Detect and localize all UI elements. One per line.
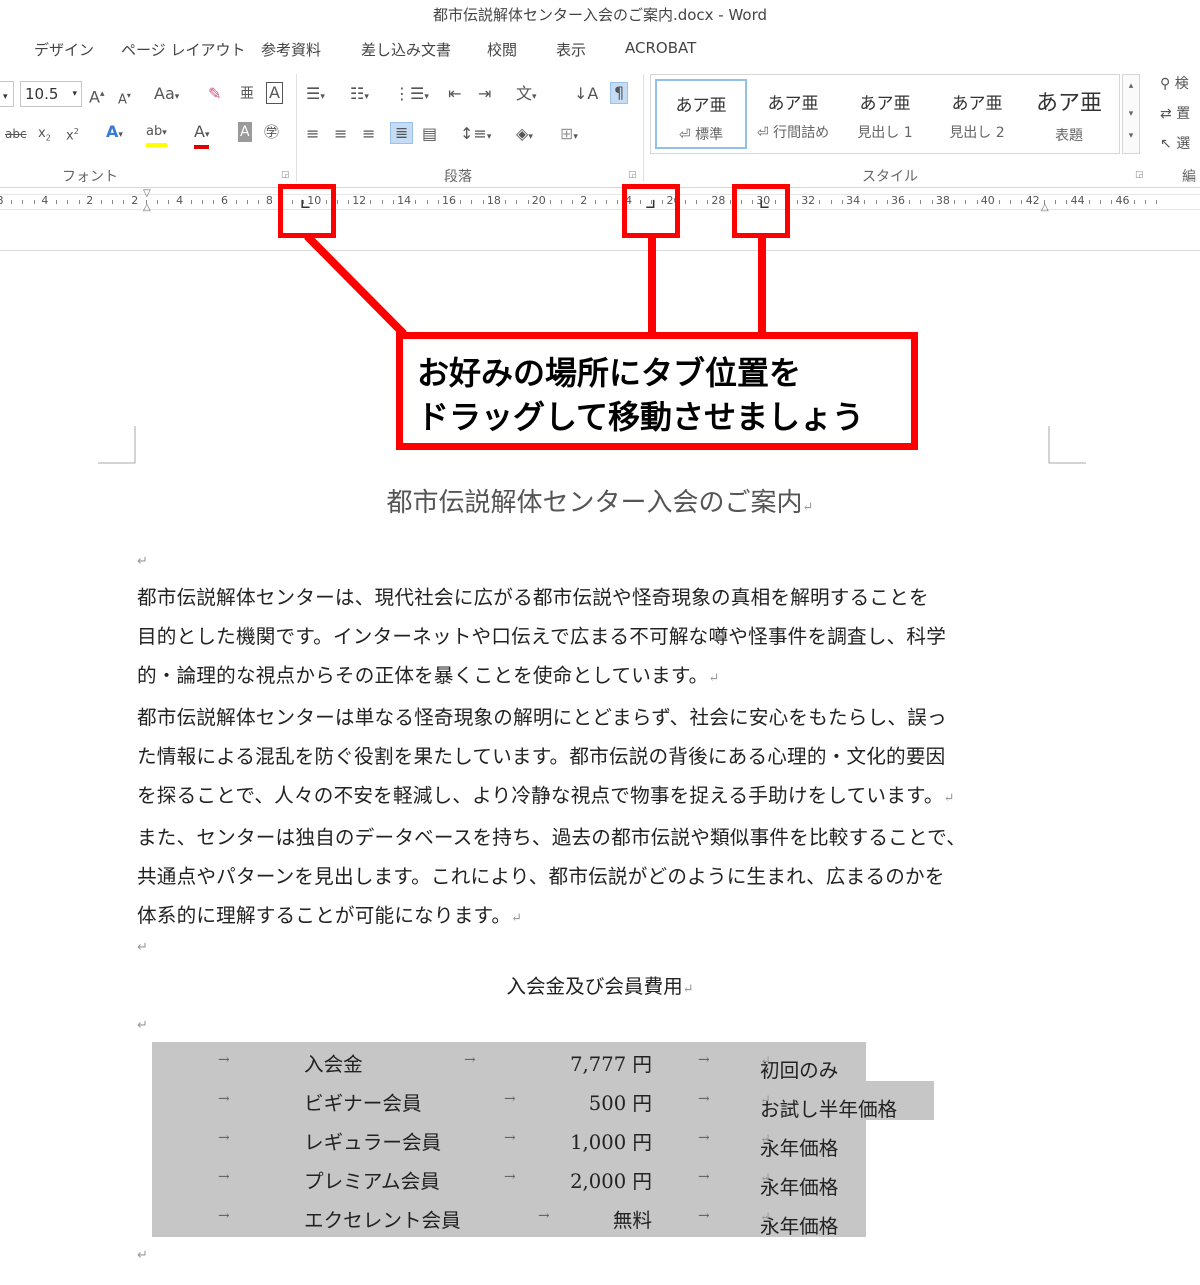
body-line: 体系的に理解することが可能になります。	[137, 904, 512, 927]
fee-note-text: 永年価格	[760, 1137, 839, 1160]
fee-price: 500 円	[588, 1092, 652, 1115]
fee-row[interactable]: → レギュラー会員 → 1,000 円 → 永年価格 ↵	[152, 1120, 866, 1160]
fee-name: レギュラー会員	[304, 1131, 442, 1154]
fee-heading[interactable]: 入会金及び会員費用↵	[0, 970, 1200, 999]
fee-heading-text: 入会金及び会員費用	[506, 975, 683, 998]
fee-price: 1,000 円	[570, 1131, 652, 1154]
fee-price: 2,000 円	[570, 1170, 652, 1193]
body-line: 共通点やパターンを見出します。これにより、都市伝説がどのように生まれ、広まるのか…	[137, 865, 945, 888]
paragraph-mark: ↵	[760, 1171, 771, 1186]
paragraph-mark: ↵	[760, 1132, 771, 1147]
fee-note-text: 永年価格	[760, 1215, 839, 1238]
paragraph-mark: ↵	[760, 1054, 771, 1069]
paragraph-mark: ↵	[682, 982, 694, 997]
paragraph-mark: ↵	[511, 911, 523, 926]
fee-row[interactable]: → エクセレント会員 → 無料 → 永年価格 ↵	[152, 1198, 866, 1238]
annotation-callout: お好みの場所にタブ位置を ドラッグして移動させましょう	[396, 332, 918, 450]
callout-line-1: お好みの場所にタブ位置を	[417, 354, 802, 392]
fee-name: 入会金	[304, 1053, 363, 1076]
tab-arrow: →	[698, 1208, 710, 1224]
fee-note-text: 初回のみ	[760, 1059, 839, 1082]
body-line: た情報による混乱を防ぐ役割を果たしています。都市伝説の背後にある心理的・文化的要…	[137, 745, 946, 768]
paragraph-mark: ↵	[802, 500, 814, 515]
paragraph-mark: ↵	[760, 1093, 771, 1108]
tab-arrow: →	[218, 1169, 230, 1185]
fee-row[interactable]: → 入会金 → 7,777 円 → 初回のみ ↵	[152, 1042, 866, 1082]
fee-name: プレミアム会員	[304, 1170, 440, 1193]
paragraph-mark: ↵	[760, 1210, 771, 1225]
paragraph-mark: ↵	[137, 940, 148, 955]
callout-line-2: ドラッグして移動させましょう	[417, 398, 865, 436]
fee-price: 無料	[612, 1209, 652, 1232]
body-line: 都市伝説解体センターは、現代社会に広がる都市伝説や怪奇現象の真相を解明することを	[137, 586, 929, 609]
body-line-end: を探ることで、人々の不安を軽減し、より冷静な視点で物事を捉える手助けをしています…	[137, 776, 1067, 818]
tab-arrow: →	[218, 1130, 230, 1146]
body-line: 都市伝説解体センターは単なる怪奇現象の解明にとどまらず、社会に安心をもたらし、誤…	[137, 706, 947, 729]
fee-row[interactable]: → ビギナー会員 → 500 円 → お試し半年価格 ↵	[152, 1081, 934, 1121]
fee-price: 7,777 円	[570, 1053, 652, 1076]
body-line: また、センターは独自のデータベースを持ち、過去の都市伝説や類似事件を比較すること…	[137, 826, 966, 849]
paragraph-mark: ↵	[943, 791, 955, 806]
tab-arrow: →	[698, 1169, 710, 1185]
paragraph-mark: ↵	[708, 671, 720, 686]
paragraph-mark: ↵	[137, 1018, 148, 1033]
paragraph-mark: ↵	[137, 1248, 148, 1263]
tab-arrow: →	[464, 1052, 476, 1068]
body-line: 目的とした機関です。インターネットや口伝えで広まる不可解な噂や怪事件を調査し、科…	[137, 625, 946, 648]
document-title-text: 都市伝説解体センター入会のご案内	[386, 488, 803, 518]
paragraph-mark: ↵	[137, 554, 148, 569]
body-paragraph[interactable]: 都市伝説解体センターは、現代社会に広がる都市伝説や怪奇現象の真相を解明することを…	[137, 578, 1067, 938]
fee-note-text: お試し半年価格	[760, 1098, 898, 1121]
page-margin-corner	[98, 426, 136, 464]
document-title[interactable]: 都市伝説解体センター入会のご案内↵	[0, 482, 1200, 519]
fee-row[interactable]: → プレミアム会員 → 2,000 円 → 永年価格 ↵	[152, 1159, 866, 1199]
fee-name: エクセレント会員	[304, 1209, 461, 1232]
body-line-end: 体系的に理解することが可能になります。↵	[137, 896, 1067, 938]
callout-line	[304, 233, 407, 337]
body-line: を探ることで、人々の不安を軽減し、より冷静な視点で物事を捉える手助けをしています…	[137, 784, 944, 807]
tab-arrow: →	[218, 1052, 230, 1068]
body-line-end: 的・論理的な視点からその正体を暴くことを使命としています。↵	[137, 656, 1067, 698]
tab-arrow: →	[218, 1091, 230, 1107]
fee-name: ビギナー会員	[304, 1092, 422, 1115]
tab-arrow: →	[698, 1130, 710, 1146]
tab-arrow: →	[218, 1208, 230, 1224]
tab-arrow: →	[698, 1091, 710, 1107]
body-line: 的・論理的な視点からその正体を暴くことを使命としています。	[137, 664, 709, 687]
tab-arrow: →	[698, 1052, 710, 1068]
page-margin-corner	[1048, 426, 1086, 464]
fee-note-text: 永年価格	[760, 1176, 839, 1199]
